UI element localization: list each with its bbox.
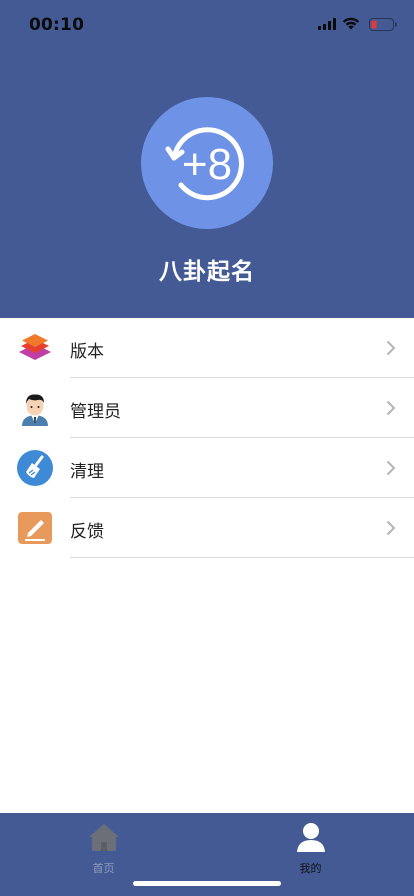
tab-label: 首页 bbox=[92, 862, 115, 875]
status-time: 00:10 bbox=[29, 15, 85, 35]
chevron-right-icon bbox=[386, 520, 396, 536]
menu-item-clean[interactable]: 清理 bbox=[0, 438, 414, 498]
menu-item-label: 管理员 bbox=[70, 402, 121, 422]
plus-eight-icon: +8 bbox=[165, 127, 244, 201]
settings-menu: 版本 管理员 清理 反馈 bbox=[0, 318, 414, 558]
app-logo: +8 bbox=[141, 97, 273, 229]
home-indicator bbox=[133, 881, 281, 886]
status-bar: 00:10 bbox=[0, 0, 414, 50]
battery-icon bbox=[369, 18, 397, 31]
broom-icon bbox=[17, 450, 53, 486]
wifi-icon bbox=[342, 17, 360, 30]
menu-item-admin[interactable]: 管理员 bbox=[0, 378, 414, 438]
admin-avatar-icon bbox=[22, 394, 48, 426]
logo-text: +8 bbox=[182, 140, 232, 189]
layers-icon bbox=[19, 334, 51, 360]
chevron-right-icon bbox=[386, 340, 396, 356]
menu-item-label: 版本 bbox=[70, 342, 104, 362]
chevron-right-icon bbox=[386, 460, 396, 476]
app-name: 八卦起名 bbox=[159, 259, 255, 285]
tab-label: 我的 bbox=[299, 862, 322, 875]
divider bbox=[70, 557, 414, 558]
chevron-right-icon bbox=[386, 400, 396, 416]
edit-pencil-icon bbox=[18, 512, 52, 544]
menu-item-feedback[interactable]: 反馈 bbox=[0, 498, 414, 558]
profile-header: 00:10 +8 八卦起名 bbox=[0, 0, 414, 318]
menu-item-label: 反馈 bbox=[70, 522, 104, 542]
home-icon bbox=[89, 824, 119, 851]
menu-item-label: 清理 bbox=[70, 462, 104, 482]
menu-item-version[interactable]: 版本 bbox=[0, 318, 414, 378]
user-icon bbox=[297, 823, 325, 852]
cellular-signal-icon bbox=[318, 18, 336, 30]
status-icons bbox=[318, 16, 398, 34]
